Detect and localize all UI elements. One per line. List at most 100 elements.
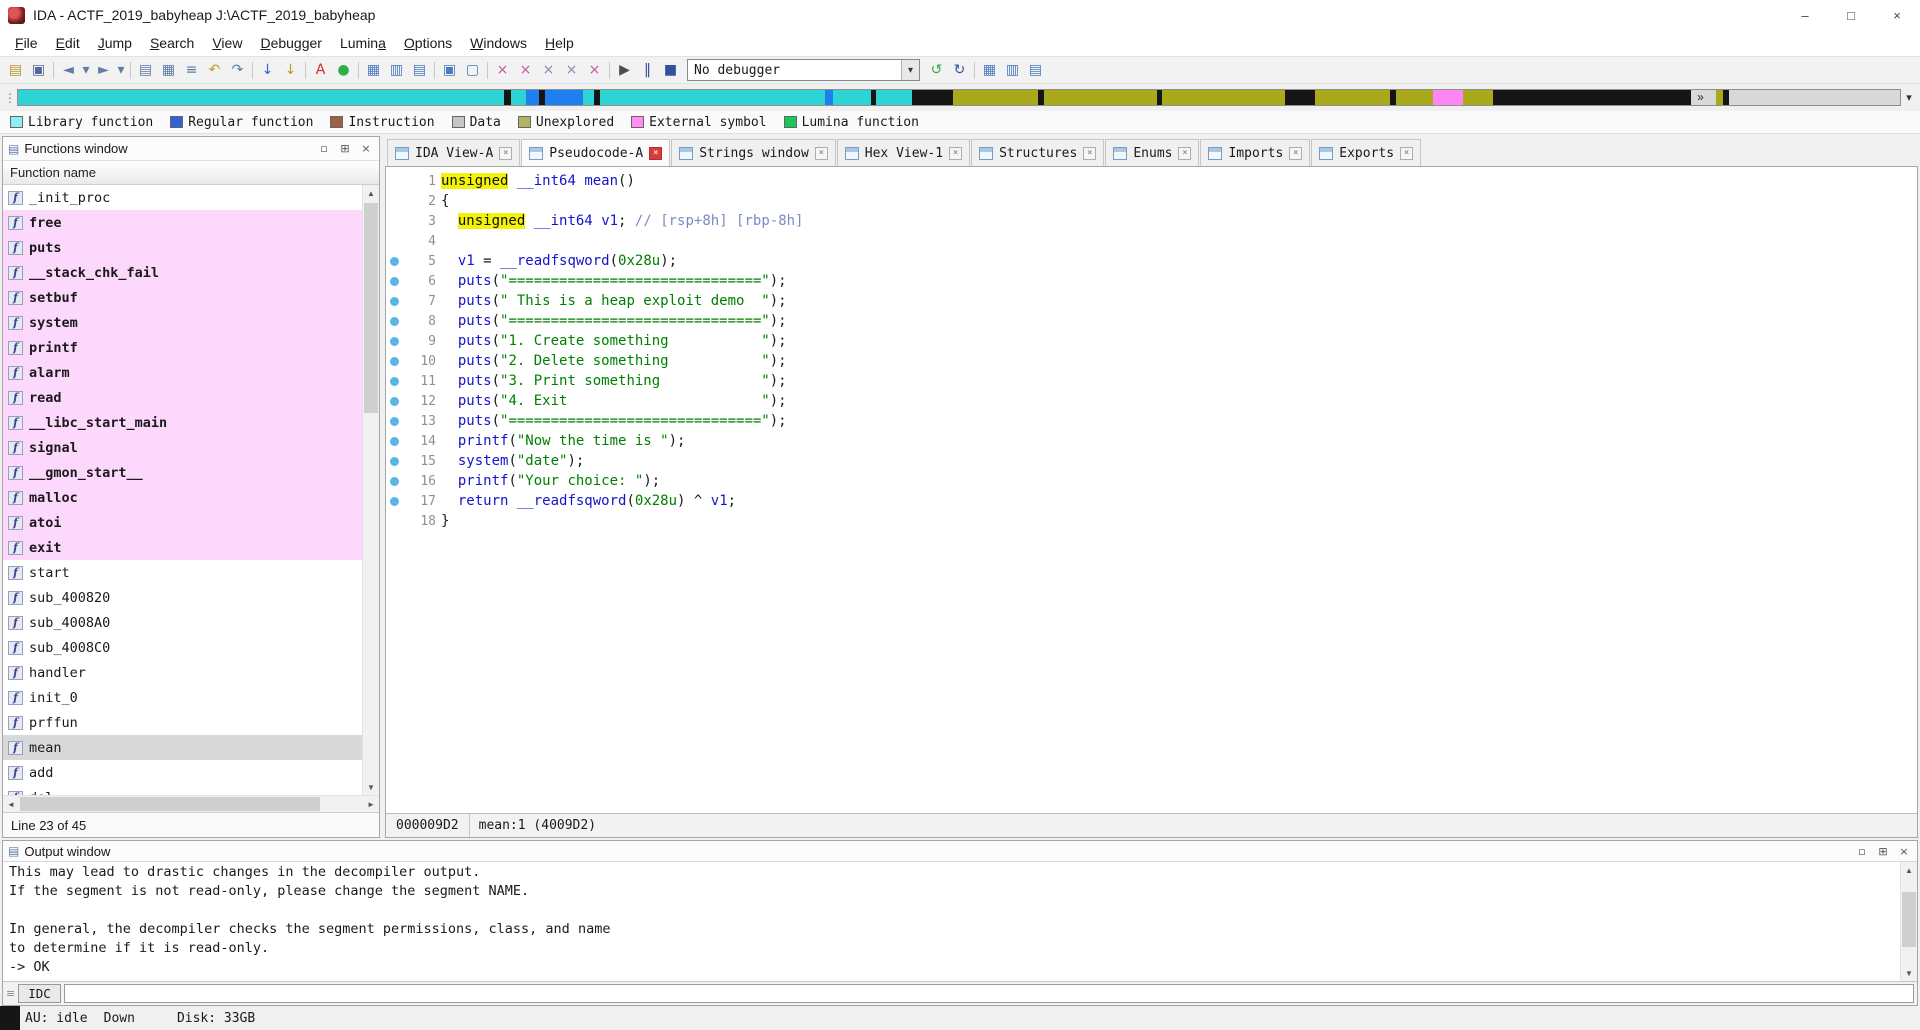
- scroll-down-icon[interactable]: ▼: [363, 779, 379, 795]
- function-row[interactable]: f_init_proc: [3, 185, 362, 210]
- function-row[interactable]: f__libc_start_main: [3, 410, 362, 435]
- strings-icon[interactable]: A: [309, 59, 332, 82]
- minimize-button[interactable]: –: [1782, 0, 1828, 30]
- function-name-column-header[interactable]: Function name: [3, 161, 379, 185]
- navigate-back-history-icon[interactable]: ▾: [80, 59, 92, 82]
- menu-file[interactable]: File: [6, 32, 47, 54]
- maximize-button[interactable]: □: [1828, 0, 1874, 30]
- code-line[interactable]: 2{: [386, 191, 1917, 211]
- code-line[interactable]: 12 puts("4. Exit ");: [386, 391, 1917, 411]
- navigate-back-icon[interactable]: ◄: [57, 59, 80, 82]
- attach-process-icon[interactable]: ↺: [925, 59, 948, 82]
- navigate-forward-icon[interactable]: ►: [92, 59, 115, 82]
- close-panel-icon[interactable]: ×: [358, 141, 374, 157]
- tab-close-icon[interactable]: ×: [1400, 147, 1413, 160]
- function-row[interactable]: fmean: [3, 735, 362, 760]
- thread-list-icon[interactable]: ▤: [1024, 59, 1047, 82]
- tab-close-icon[interactable]: ×: [499, 147, 512, 160]
- function-row[interactable]: fhandler: [3, 660, 362, 685]
- open-structures-icon[interactable]: ▦: [362, 59, 385, 82]
- function-row[interactable]: fstart: [3, 560, 362, 585]
- output-lines[interactable]: This may lead to drastic changes in the …: [3, 862, 1900, 981]
- vscroll-thumb[interactable]: [364, 203, 378, 413]
- tab-imports[interactable]: Imports×: [1200, 139, 1310, 166]
- undo-icon[interactable]: ↶: [203, 59, 226, 82]
- cancel-icon[interactable]: ×: [583, 59, 606, 82]
- graph-view-icon[interactable]: ▦: [157, 59, 180, 82]
- function-row[interactable]: fsetbuf: [3, 285, 362, 310]
- code-lines[interactable]: 1unsigned __int64 mean()2{3 unsigned __i…: [386, 167, 1917, 813]
- navigate-forward-history-icon[interactable]: ▾: [115, 59, 127, 82]
- dock-panel-icon[interactable]: ⊞: [1875, 843, 1891, 859]
- command-input[interactable]: [64, 984, 1914, 1003]
- close-window-icon[interactable]: ×: [491, 59, 514, 82]
- code-line[interactable]: 16 printf("Your choice: ");: [386, 471, 1917, 491]
- tab-ida-view-a[interactable]: IDA View-A×: [387, 139, 520, 166]
- functions-hscrollbar[interactable]: ◄ ►: [3, 795, 379, 812]
- start-process-icon[interactable]: ▶: [613, 59, 636, 82]
- navband-grip-icon[interactable]: ⋮: [3, 89, 17, 107]
- code-line[interactable]: 10 puts("2. Delete something ");: [386, 351, 1917, 371]
- close-panel-icon[interactable]: ×: [1896, 843, 1912, 859]
- code-line[interactable]: 3 unsigned __int64 v1; // [rsp+8h] [rbp-…: [386, 211, 1917, 231]
- open-segments-icon[interactable]: ▤: [408, 59, 431, 82]
- code-line[interactable]: 7 puts(" This is a heap exploit demo ");: [386, 291, 1917, 311]
- function-row[interactable]: fsignal: [3, 435, 362, 460]
- stop-process-icon[interactable]: ■: [659, 59, 682, 82]
- function-row[interactable]: fread: [3, 385, 362, 410]
- command-history-icon[interactable]: ≡: [6, 987, 15, 1000]
- code-line[interactable]: 18}: [386, 511, 1917, 531]
- tab-strings-window[interactable]: Strings window×: [671, 139, 836, 166]
- menu-help[interactable]: Help: [536, 32, 583, 54]
- function-row[interactable]: fmalloc: [3, 485, 362, 510]
- pause-process-icon[interactable]: ‖: [636, 59, 659, 82]
- code-line[interactable]: 11 puts("3. Print something ");: [386, 371, 1917, 391]
- menu-view[interactable]: View: [203, 32, 251, 54]
- menu-edit[interactable]: Edit: [47, 32, 89, 54]
- tab-hex-view-1[interactable]: Hex View-1×: [837, 139, 970, 166]
- tab-close-icon[interactable]: ×: [949, 147, 962, 160]
- float-panel-icon[interactable]: ▫: [1854, 843, 1870, 859]
- output-scroll-thumb[interactable]: [1902, 892, 1916, 947]
- code-line[interactable]: 9 puts("1. Create something ");: [386, 331, 1917, 351]
- navband-menu-icon[interactable]: ▾: [1901, 89, 1917, 107]
- open-enums-icon[interactable]: ▥: [385, 59, 408, 82]
- function-row[interactable]: fexit: [3, 535, 362, 560]
- function-row[interactable]: fputs: [3, 235, 362, 260]
- scroll-up-icon[interactable]: ▲: [1901, 862, 1917, 878]
- tab-close-icon[interactable]: ×: [815, 147, 828, 160]
- tab-close-icon[interactable]: ×: [649, 147, 662, 160]
- menu-search[interactable]: Search: [141, 32, 203, 54]
- code-line[interactable]: 5 v1 = __readfsqword(0x28u);: [386, 251, 1917, 271]
- code-line[interactable]: 13 puts("=============================="…: [386, 411, 1917, 431]
- function-row[interactable]: fprintf: [3, 335, 362, 360]
- scroll-down-icon[interactable]: ▼: [1901, 965, 1917, 981]
- function-row[interactable]: fdel: [3, 785, 362, 795]
- navigation-band[interactable]: »: [17, 89, 1901, 106]
- function-row[interactable]: falarm: [3, 360, 362, 385]
- code-line[interactable]: 1unsigned __int64 mean(): [386, 171, 1917, 191]
- scroll-left-icon[interactable]: ◄: [3, 796, 19, 812]
- tab-structures[interactable]: Structures×: [971, 139, 1104, 166]
- idc-language-selector[interactable]: IDC: [18, 984, 61, 1003]
- menu-jump[interactable]: Jump: [89, 32, 141, 54]
- output-vscrollbar[interactable]: ▲ ▼: [1900, 862, 1917, 981]
- tab-close-icon[interactable]: ×: [1178, 147, 1191, 160]
- function-row[interactable]: f__gmon_start__: [3, 460, 362, 485]
- scroll-right-icon[interactable]: ►: [363, 796, 379, 812]
- module-list-icon[interactable]: ▥: [1001, 59, 1024, 82]
- detach-icon[interactable]: ×: [537, 59, 560, 82]
- function-row[interactable]: fatoi: [3, 510, 362, 535]
- text-view-icon[interactable]: ≡: [180, 59, 203, 82]
- windows-list-icon[interactable]: ▣: [438, 59, 461, 82]
- functions-vscrollbar[interactable]: ▲ ▼: [362, 185, 379, 795]
- lumina-icon[interactable]: ●: [332, 59, 355, 82]
- function-row[interactable]: fsystem: [3, 310, 362, 335]
- debugger-windows-icon[interactable]: ▦: [978, 59, 1001, 82]
- function-row[interactable]: fsub_4008C0: [3, 635, 362, 660]
- tab-close-icon[interactable]: ×: [1289, 147, 1302, 160]
- function-row[interactable]: fsub_400820: [3, 585, 362, 610]
- code-line[interactable]: 6 puts("==============================")…: [386, 271, 1917, 291]
- tab-close-icon[interactable]: ×: [1083, 147, 1096, 160]
- menu-windows[interactable]: Windows: [461, 32, 536, 54]
